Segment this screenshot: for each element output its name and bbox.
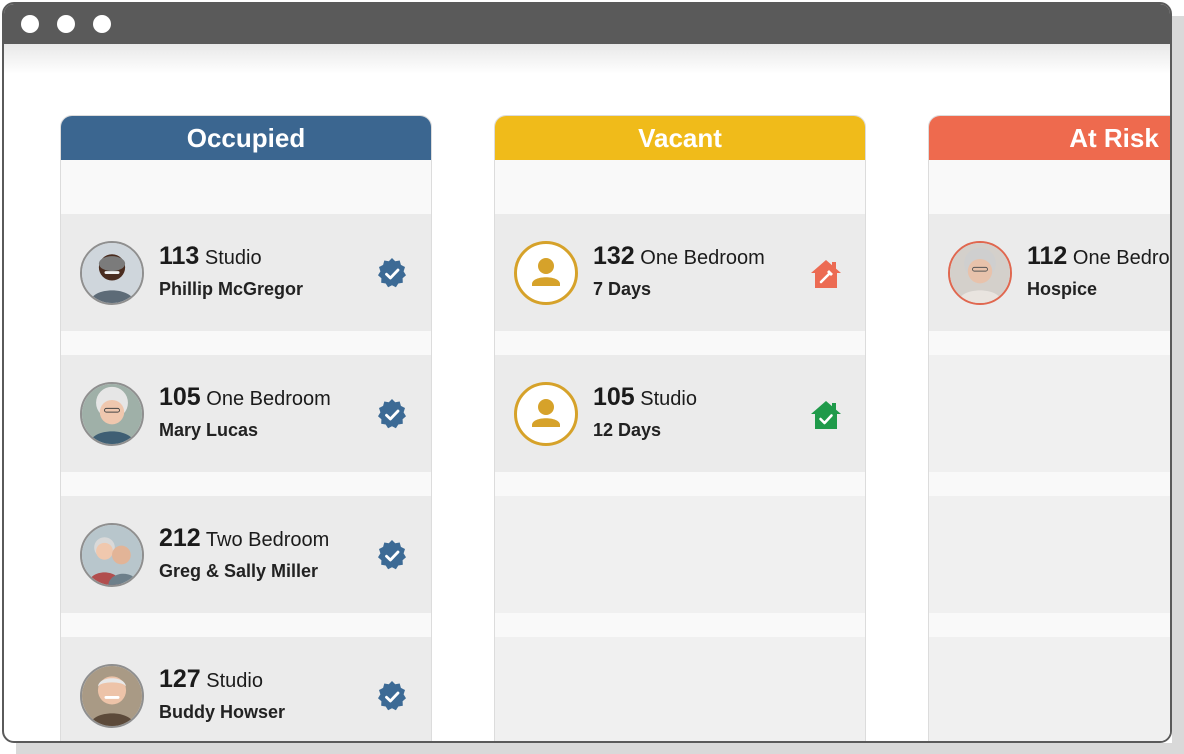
title-bar [4,4,1170,44]
unit-title: 105 One Bedroom [159,383,331,411]
resident-avatar-hospice [948,241,1012,305]
at-risk-column: At Risk 112 One Bedroom Hospice [928,115,1170,741]
resident-status: Hospice [1027,279,1098,299]
vacant-column: Vacant 132 One Bedroom 7 Days 105 Studio… [494,115,866,741]
empty-slot [929,355,1170,472]
unit-title: 112 One Bedroom [1027,242,1170,270]
vacant-person-icon [514,382,578,446]
unit-card-105-vacant[interactable]: 105 Studio 12 Days [495,355,865,472]
window-maximize-control[interactable] [93,15,111,33]
unit-title: 113 Studio [159,242,262,270]
empty-slot [929,637,1170,741]
unit-title: 132 One Bedroom [593,242,765,270]
home-check-icon [809,398,843,432]
verified-badge-icon [375,680,409,714]
verified-badge-icon [375,539,409,573]
vacancy-duration: 12 Days [593,420,662,440]
empty-slot [495,496,865,613]
vacant-person-icon [514,241,578,305]
unit-card-112[interactable]: 112 One Bedroom Hospice [929,214,1170,331]
unit-title: 105 Studio [593,383,697,411]
resident-name: Phillip McGregor [159,279,304,299]
empty-slot [495,637,865,741]
vacant-column-header: Vacant [495,116,865,160]
empty-slot [929,496,1170,613]
resident-name: Mary Lucas [159,420,259,440]
app-window: Occupied 113 Studio Phillip McGregor 105… [2,2,1172,743]
unit-title: 127 Studio [159,665,263,693]
window-shadow-bottom [16,743,1184,754]
window-close-control[interactable] [21,15,39,33]
resident-name: Greg & Sally Miller [159,561,319,581]
unit-card-105[interactable]: 105 One Bedroom Mary Lucas [61,355,431,472]
unit-title: 212 Two Bedroom [159,524,330,552]
resident-avatar-phillip-mcgregor [80,241,144,305]
vacancy-duration: 7 Days [593,279,652,299]
window-shadow-right [1172,16,1184,754]
resident-name: Buddy Howser [159,702,286,722]
unit-card-132[interactable]: 132 One Bedroom 7 Days [495,214,865,331]
resident-avatar-mary-lucas [80,382,144,446]
unit-card-127[interactable]: 127 Studio Buddy Howser [61,637,431,741]
home-repair-icon [809,257,843,291]
resident-avatar-buddy-howser [80,664,144,728]
at-risk-column-header: At Risk [929,116,1170,160]
unit-card-212[interactable]: 212 Two Bedroom Greg & Sally Miller [61,496,431,613]
window-minimize-control[interactable] [57,15,75,33]
unit-card-113[interactable]: 113 Studio Phillip McGregor [61,214,431,331]
title-bar-shadow [4,44,1170,74]
verified-badge-icon [375,398,409,432]
occupied-column: Occupied 113 Studio Phillip McGregor 105… [60,115,432,741]
resident-avatar-greg-sally-miller [80,523,144,587]
occupied-column-header: Occupied [61,116,431,160]
verified-badge-icon [375,257,409,291]
